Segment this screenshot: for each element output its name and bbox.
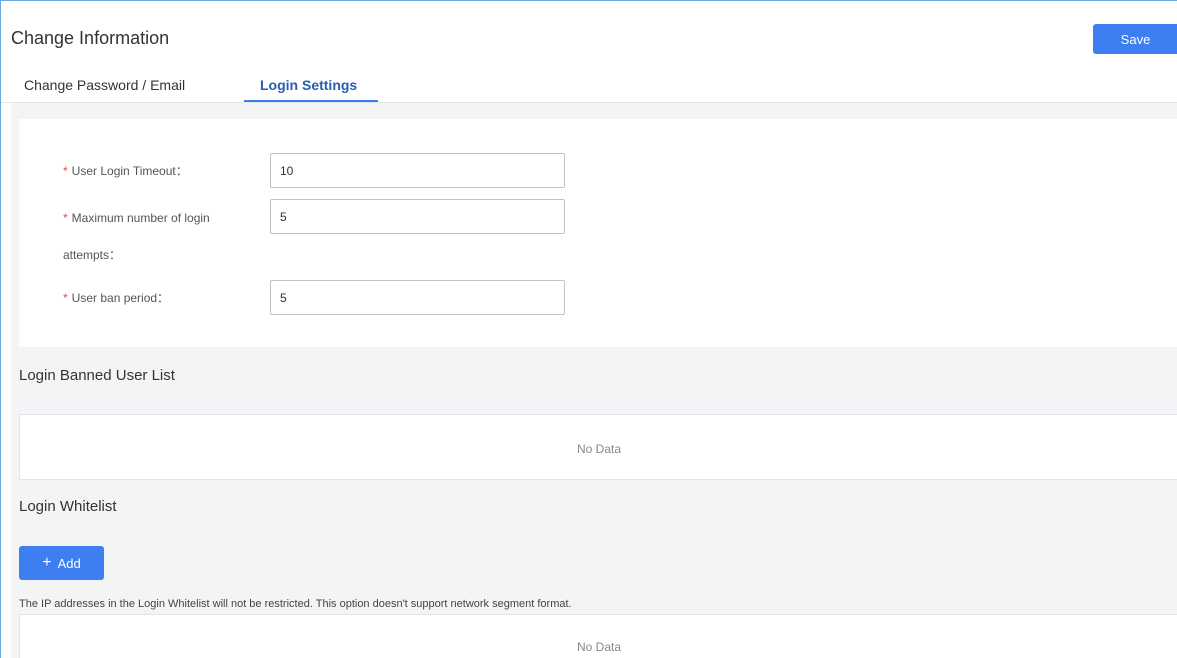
user-login-timeout-label: * User Login Timeout： bbox=[63, 153, 188, 189]
banned-user-list-title: Login Banned User List bbox=[19, 367, 175, 384]
tab-change-password-email[interactable]: Change Password / Email bbox=[24, 77, 185, 93]
user-ban-period-label: * User ban period： bbox=[63, 280, 169, 316]
save-button[interactable]: Save bbox=[1093, 24, 1177, 54]
add-whitelist-button[interactable]: + Add bbox=[19, 546, 104, 580]
add-button-label: Add bbox=[57, 555, 81, 571]
plus-icon: + bbox=[42, 554, 52, 571]
required-marker: * bbox=[63, 211, 68, 225]
max-login-attempts-input[interactable] bbox=[270, 199, 565, 234]
app-frame: Change Information Save Change Password … bbox=[0, 0, 1177, 658]
user-ban-period-input[interactable] bbox=[270, 280, 565, 315]
tab-login-settings[interactable]: Login Settings bbox=[260, 77, 357, 93]
whitelist-note: The IP addresses in the Login Whitelist … bbox=[19, 598, 572, 610]
user-login-timeout-label-text: User Login Timeout： bbox=[71, 164, 188, 178]
banned-user-table: No Data bbox=[19, 414, 1177, 480]
required-marker: * bbox=[63, 291, 68, 305]
max-login-attempts-label-text: Maximum number of login attempts： bbox=[63, 211, 210, 262]
whitelist-title: Login Whitelist bbox=[19, 498, 117, 515]
banned-empty-text: No Data bbox=[576, 442, 622, 456]
whitelist-table: No Data bbox=[19, 614, 1177, 658]
max-login-attempts-label: * Maximum number of login attempts： bbox=[63, 200, 243, 274]
user-login-timeout-input[interactable] bbox=[270, 153, 565, 188]
user-ban-period-label-text: User ban period： bbox=[71, 291, 170, 305]
required-marker: * bbox=[63, 164, 68, 178]
page-title: Change Information bbox=[11, 28, 170, 48]
whitelist-empty-text: No Data bbox=[576, 640, 622, 654]
